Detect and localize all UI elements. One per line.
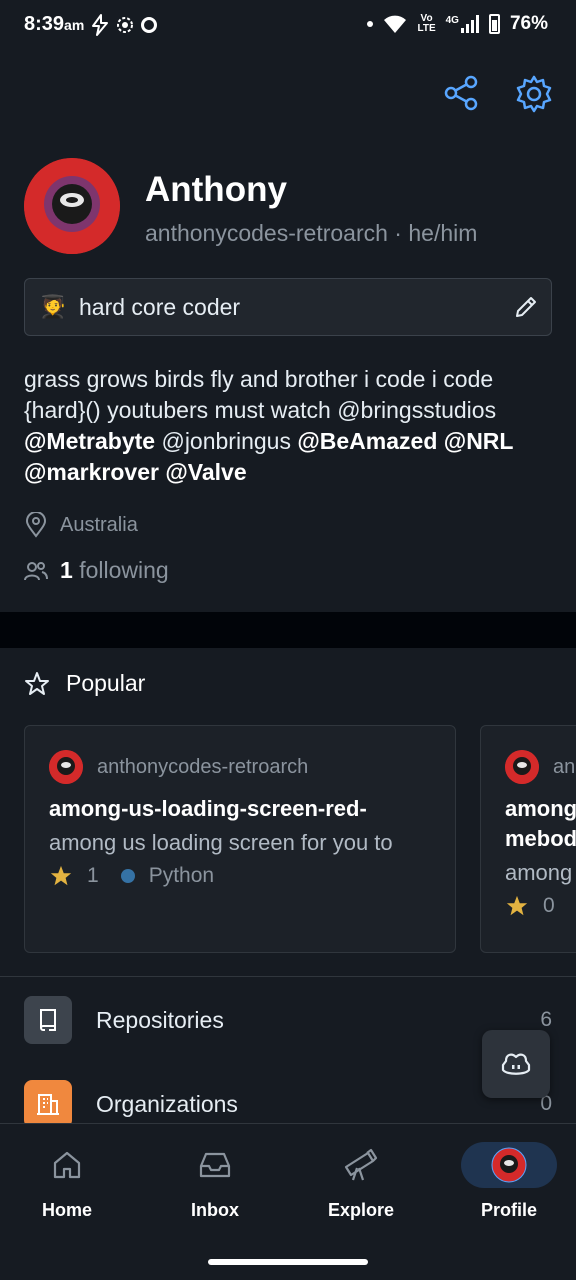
share-button[interactable] — [442, 74, 480, 112]
repo-owner: an — [505, 750, 575, 784]
gear-icon — [516, 75, 552, 113]
repo-name-continued: mebod — [505, 826, 576, 851]
ring-icon — [141, 17, 157, 33]
bio-mention[interactable]: @BeAmazed — [297, 428, 437, 454]
nav-profile[interactable]: Profile — [449, 1142, 569, 1221]
language-dot — [120, 869, 135, 883]
organizations-row[interactable]: Organizations 0 — [24, 1080, 552, 1128]
status-right: Vo LTE 4G 76% — [367, 13, 548, 35]
cell-signal: 4G — [446, 15, 479, 33]
owner-avatar — [49, 750, 83, 784]
organization-icon — [24, 1080, 72, 1128]
profile-avatar-icon — [491, 1147, 527, 1183]
profile-login-pronouns: anthonycodes-retroarch · he/him — [145, 220, 478, 246]
nav-profile-active-indicator — [461, 1142, 557, 1188]
settings-button[interactable] — [514, 74, 554, 114]
repo-language: Python — [148, 864, 215, 887]
star-outline-icon — [25, 671, 49, 695]
repo-owner: anthonycodes-retroarch — [49, 750, 308, 784]
repo-description: among us loading screen for you to — [49, 830, 393, 855]
copilot-icon — [501, 1053, 531, 1075]
home-indicator[interactable] — [208, 1259, 368, 1265]
repo-meta: 0 — [505, 894, 555, 918]
popular-repo-card[interactable]: anthonycodes-retroarch among-us-loading-… — [24, 725, 456, 953]
repo-icon — [24, 996, 72, 1044]
profile-name: Anthony — [145, 170, 287, 209]
share-icon — [444, 75, 478, 111]
profile-avatar[interactable] — [24, 158, 120, 254]
copilot-button[interactable] — [482, 1030, 550, 1098]
status-time: 8:39am — [24, 13, 85, 35]
bio-mention[interactable]: @NRL — [444, 428, 514, 454]
location-pin-icon — [25, 512, 47, 538]
profile-status[interactable]: 🧑‍🎓 hard core coder — [24, 278, 552, 336]
edit-status-button[interactable] — [513, 294, 539, 320]
bio-mention[interactable]: @Metrabyte — [24, 428, 155, 454]
people-icon — [24, 561, 48, 580]
popular-header: Popular — [24, 670, 145, 697]
profile-following[interactable]: 1 following — [24, 557, 169, 584]
repo-name: among — [505, 796, 576, 821]
separator — [0, 976, 576, 977]
avatar-image — [24, 158, 120, 254]
bottom-navigation: Home Inbox Explore Profile — [0, 1123, 576, 1280]
bio-mention[interactable]: @Valve — [165, 459, 246, 485]
star-icon — [506, 895, 528, 916]
repo-name: among-us-loading-screen-red- — [49, 796, 367, 821]
profile-location: Australia — [24, 512, 138, 538]
nav-explore[interactable]: Explore — [301, 1142, 421, 1221]
battery-percent: 76% — [509, 13, 548, 34]
bio-mention[interactable]: @markrover — [24, 459, 159, 485]
repositories-count: 6 — [540, 1008, 552, 1031]
popular-repo-card[interactable]: an among mebod among 0 — [480, 725, 576, 953]
nav-inbox[interactable]: Inbox — [155, 1142, 275, 1221]
section-divider — [0, 612, 576, 648]
repo-meta: 1 Python — [49, 864, 214, 888]
wifi-icon — [384, 15, 407, 33]
repositories-row[interactable]: Repositories 6 — [24, 996, 552, 1044]
star-count: 1 — [87, 864, 99, 887]
status-left-icons — [90, 14, 158, 36]
status-text: hard core coder — [79, 294, 241, 320]
flash-icon — [92, 14, 108, 36]
nav-home[interactable]: Home — [7, 1142, 127, 1221]
star-icon — [50, 865, 72, 886]
profile-bio: grass grows birds fly and brother i code… — [24, 366, 514, 485]
status-bar: 8:39am Vo LTE 4G 76% — [0, 0, 576, 52]
dot-icon — [367, 21, 374, 27]
star-count: 0 — [543, 894, 555, 917]
signal-icon — [460, 15, 479, 33]
pencil-icon — [516, 297, 536, 317]
volte-indicator: Vo LTE — [417, 13, 436, 34]
repo-description: among — [505, 860, 573, 885]
recording-icon — [117, 17, 133, 33]
inbox-icon — [199, 1152, 231, 1178]
status-emoji: 🧑‍🎓 — [39, 294, 67, 319]
owner-avatar — [505, 750, 539, 784]
home-icon — [53, 1151, 81, 1179]
battery-icon — [488, 14, 500, 34]
telescope-icon — [344, 1148, 378, 1181]
